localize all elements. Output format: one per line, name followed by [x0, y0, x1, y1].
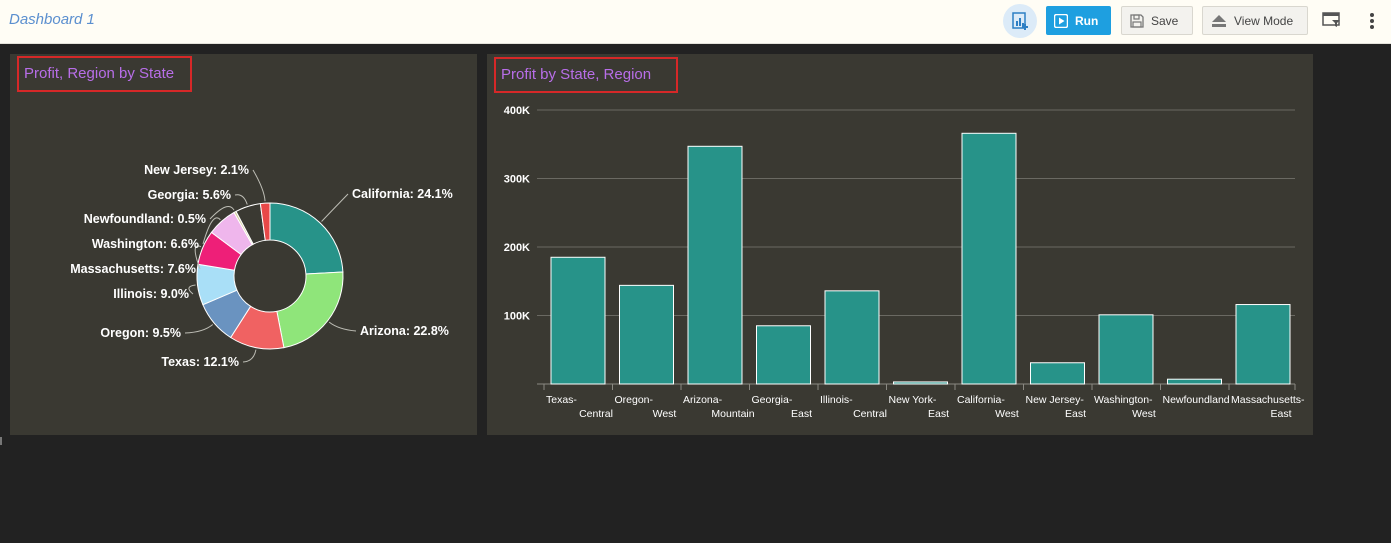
pie-slice-arizona[interactable] — [276, 271, 344, 349]
bar-massachusetts[interactable] — [1235, 304, 1291, 385]
pie-label-california: California: 24.1% — [352, 187, 453, 201]
bar-texas[interactable] — [550, 256, 606, 385]
vertical-dots-icon — [1370, 13, 1374, 29]
floppy-disk-icon — [1130, 13, 1144, 28]
pie-label-washington: Washington: 6.6% — [92, 237, 199, 251]
x-tick-label: Washington- — [1094, 394, 1153, 406]
x-tick-label: West — [1132, 408, 1156, 420]
dashboard-title[interactable]: Dashboard 1 — [9, 11, 95, 28]
add-analytics-button[interactable] — [1003, 4, 1037, 38]
resize-handle[interactable] — [0, 437, 2, 445]
bar-new-jersey[interactable] — [1030, 362, 1085, 385]
bar-chart-panel[interactable]: Profit by State, Region 100K 200K 300K 400K… — [487, 54, 1313, 435]
filter-panel-icon — [1322, 12, 1340, 27]
pie-leader-line — [234, 194, 248, 205]
view-mode-button-label: View Mode — [1234, 13, 1294, 28]
x-tick-label: East — [1065, 408, 1086, 420]
bar-arizona[interactable] — [687, 145, 743, 385]
x-tick-label: Illinois- — [820, 394, 853, 406]
x-tick-label: East — [791, 408, 812, 420]
x-tick-label: New York- — [889, 394, 937, 406]
bar-georgia[interactable] — [756, 325, 811, 385]
x-tick-label: New Jersey- — [1026, 394, 1085, 406]
bar-california[interactable] — [961, 132, 1017, 385]
eject-icon — [1211, 14, 1227, 28]
pie-leader-line — [328, 321, 357, 332]
bar-oregon[interactable] — [619, 284, 674, 385]
pie-leader-line — [184, 324, 214, 334]
x-tick-label: Oregon- — [615, 394, 654, 406]
bar-washington[interactable] — [1098, 314, 1154, 385]
play-icon — [1054, 13, 1068, 28]
y-tick-label: 100K — [504, 311, 530, 323]
pie-label-oregon: Oregon: 9.5% — [100, 326, 181, 340]
pie-leader-line — [252, 169, 266, 202]
y-tick-label: 200K — [504, 242, 530, 254]
pie-label-illinois: Illinois: 9.0% — [113, 287, 189, 301]
pie-chart-panel[interactable]: Profit, Region by State California: 24.1… — [10, 54, 477, 435]
bar-illinois[interactable] — [824, 290, 880, 385]
pie-leader-line — [188, 284, 196, 295]
donut-chart: California: 24.1% Arizona: 22.8% Texas: 12… — [70, 163, 453, 369]
x-tick-label: Arizona- — [683, 394, 723, 406]
pie-leader-line — [242, 349, 257, 363]
view-mode-button[interactable]: View Mode — [1202, 6, 1308, 35]
pie-label-massachusetts: Massachusetts: 7.6% — [70, 262, 196, 276]
pie-label-newfoundland: Newfoundland: 0.5% — [84, 212, 206, 226]
pie-leader-line — [321, 193, 349, 222]
x-tick-label: Texas- — [546, 394, 577, 406]
run-button-label: Run — [1075, 13, 1099, 28]
x-tick-label: California- — [957, 394, 1005, 406]
x-tick-label: East — [1270, 408, 1291, 420]
pie-slice-california[interactable] — [269, 202, 344, 275]
chart-add-icon — [1012, 12, 1028, 30]
pie-label-georgia: Georgia: 5.6% — [148, 188, 231, 202]
x-tick-label: West — [653, 408, 677, 420]
y-tick-label: 300K — [504, 174, 530, 186]
dashboard-toolbar: Dashboard 1 Run Save View Mode — [0, 0, 1391, 44]
pie-label-new-jersey: New Jersey: 2.1% — [144, 163, 249, 177]
x-tick-label: Massachusetts- — [1231, 394, 1305, 406]
pie-label-arizona: Arizona: 22.8% — [360, 324, 449, 338]
x-tick-label: Georgia- — [752, 394, 793, 406]
x-tick-label: West — [995, 408, 1019, 420]
more-options-button[interactable] — [1366, 10, 1378, 32]
pie-label-texas: Texas: 12.1% — [161, 355, 239, 369]
save-button[interactable]: Save — [1121, 6, 1193, 35]
x-tick-label: Newfoundland — [1163, 394, 1230, 406]
run-button[interactable]: Run — [1046, 6, 1111, 35]
x-tick-label: East — [928, 408, 949, 420]
bar-chart: 100K200K300K400KTexas-CentralOregon-West… — [504, 105, 1305, 420]
filter-panel-button[interactable] — [1322, 10, 1344, 32]
bar-newfoundland[interactable] — [1167, 378, 1222, 385]
x-tick-label: Mountain — [711, 408, 754, 420]
save-button-label: Save — [1151, 13, 1179, 28]
y-tick-label: 400K — [504, 105, 530, 117]
x-tick-label: Central — [579, 408, 613, 420]
bar-new-york[interactable] — [893, 381, 948, 385]
x-tick-label: Central — [853, 408, 887, 420]
